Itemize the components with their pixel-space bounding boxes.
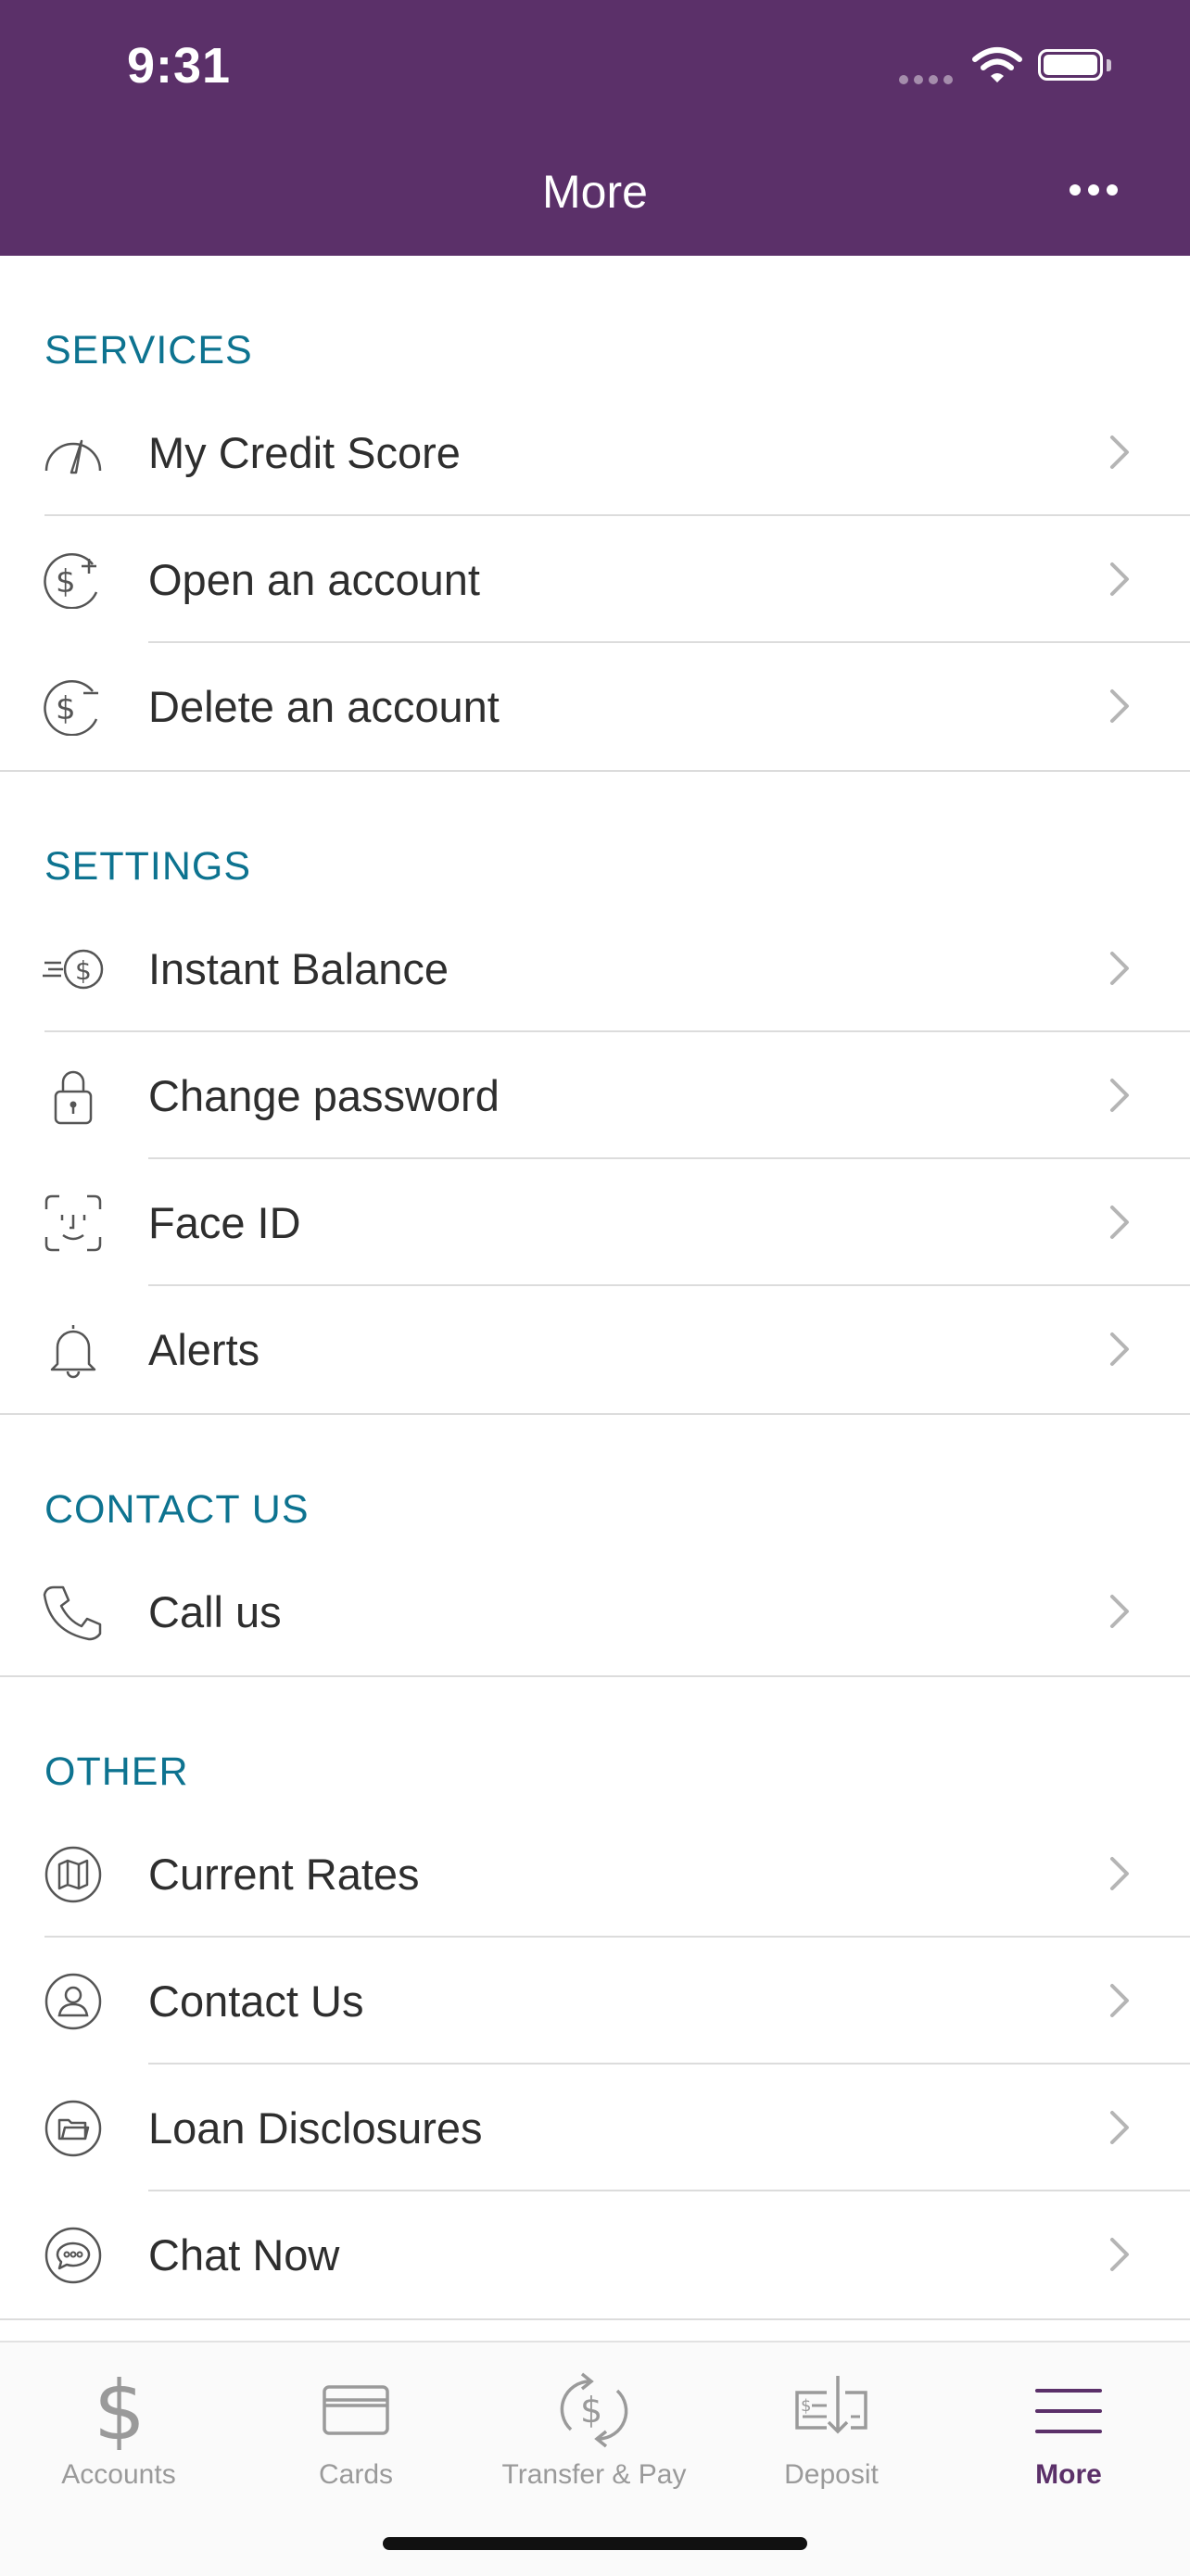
- wifi-icon: [972, 47, 1022, 82]
- face-id-icon: [44, 1194, 102, 1252]
- chevron-right-icon: [1110, 689, 1129, 723]
- menu-icon: [950, 2361, 1187, 2454]
- chevron-right-icon: [1110, 1206, 1129, 1239]
- menu-item-label: Open an account: [148, 555, 480, 604]
- chevron-right-icon: [1110, 1857, 1129, 1890]
- menu-item-label: Face ID: [148, 1198, 301, 1247]
- chevron-right-icon: [1110, 2111, 1129, 2144]
- menu-item-loan-disclosures[interactable]: Loan Disclosures: [0, 2065, 1190, 2191]
- phone-icon: [43, 1585, 102, 1641]
- tab-cards[interactable]: Cards: [237, 2342, 475, 2528]
- status-time: 9:31: [127, 38, 232, 94]
- menu-item-delete-an-account[interactable]: $ Delete an account: [0, 643, 1190, 770]
- battery-icon: [1038, 49, 1103, 81]
- signal-icon: [899, 72, 958, 89]
- menu-item-open-an-account[interactable]: $ Open an account: [0, 516, 1190, 643]
- chevron-right-icon: [1110, 436, 1129, 469]
- menu-item-label: Change password: [148, 1071, 500, 1120]
- menu-item-chat-now[interactable]: Chat Now: [0, 2191, 1190, 2318]
- chevron-right-icon: [1110, 2238, 1129, 2271]
- transfer-icon: $: [475, 2361, 713, 2454]
- tab-label: Accounts: [61, 2459, 176, 2490]
- svg-text:$: $: [94, 2367, 146, 2450]
- svg-text:$: $: [56, 690, 76, 727]
- chevron-right-icon: [1110, 1332, 1129, 1366]
- chevron-right-icon: [1110, 952, 1129, 985]
- menu-item-face-id[interactable]: Face ID: [0, 1159, 1190, 1286]
- section-title: CONTACT US: [44, 1487, 310, 1532]
- tab-deposit[interactable]: $ Deposit: [713, 2342, 950, 2528]
- chevron-right-icon: [1110, 1079, 1129, 1112]
- battery-tip: [1107, 59, 1111, 71]
- menu-item-contact-us[interactable]: Contact Us: [0, 1938, 1190, 2065]
- menu-item-label: Current Rates: [148, 1850, 420, 1899]
- chevron-right-icon: [1110, 562, 1129, 596]
- menu-item-label: Contact Us: [148, 1976, 364, 2026]
- menu-item-my-credit-score[interactable]: My Credit Score: [0, 389, 1190, 516]
- bell-icon: [50, 1325, 96, 1379]
- more-options-icon[interactable]: [1070, 183, 1125, 200]
- section-title-legal: LEGAL: [44, 2317, 173, 2341]
- menu-list: SERVICES My Credit Score $ Open an accou…: [0, 256, 1190, 2320]
- check-deposit-icon: $: [713, 2361, 950, 2454]
- section-title: SETTINGS: [44, 844, 252, 889]
- section-services: SERVICES My Credit Score $ Open an accou…: [0, 256, 1190, 772]
- dollar-icon: $: [0, 2361, 237, 2458]
- menu-item-change-password[interactable]: Change password: [0, 1032, 1190, 1159]
- person-icon: [44, 1973, 102, 2030]
- header: 9:31 More: [0, 0, 1190, 256]
- lock-icon: [54, 1070, 93, 1125]
- card-icon: [237, 2361, 475, 2454]
- section-contact-us: CONTACT US Call us: [0, 1415, 1190, 1677]
- menu-item-label: Delete an account: [148, 682, 500, 731]
- chat-icon: [44, 2227, 102, 2284]
- section-title: OTHER: [44, 1749, 189, 1794]
- chevron-right-icon: [1110, 1595, 1129, 1628]
- menu-item-label: Call us: [148, 1587, 282, 1636]
- svg-text:$: $: [75, 955, 92, 986]
- page-title: More: [542, 166, 648, 218]
- section-title: SERVICES: [44, 328, 253, 373]
- dollar-plus-icon: $: [44, 553, 98, 609]
- tab-label: More: [1035, 2459, 1102, 2490]
- section-other: OTHER Current Rates Contact Us Loan Disc…: [0, 1677, 1190, 2320]
- menu-item-label: Instant Balance: [148, 944, 449, 993]
- dollar-minus-icon: $: [44, 680, 98, 736]
- menu-item-alerts[interactable]: Alerts: [0, 1286, 1190, 1413]
- menu-item-current-rates[interactable]: Current Rates: [0, 1811, 1190, 1938]
- menu-item-label: My Credit Score: [148, 428, 461, 477]
- tab-accounts[interactable]: $ Accounts: [0, 2342, 237, 2528]
- tab-label: Deposit: [784, 2459, 879, 2490]
- svg-text:$: $: [801, 2396, 811, 2416]
- menu-item-label: Alerts: [148, 1325, 260, 1374]
- folder-icon: [44, 2100, 102, 2157]
- chevron-right-icon: [1110, 1984, 1129, 2017]
- svg-text:$: $: [56, 563, 76, 600]
- home-indicator: [383, 2537, 807, 2550]
- menu-item-label: Chat Now: [148, 2230, 340, 2279]
- tab-transfer-pay[interactable]: $ Transfer & Pay: [475, 2342, 713, 2528]
- menu-item-label: Loan Disclosures: [148, 2103, 483, 2153]
- tab-label: Cards: [318, 2459, 394, 2490]
- menu-item-call-us[interactable]: Call us: [0, 1548, 1190, 1675]
- fast-dollar-icon: $: [43, 949, 104, 990]
- gauge-icon: [44, 439, 102, 474]
- menu-item-instant-balance[interactable]: $ Instant Balance: [0, 905, 1190, 1032]
- section-settings: SETTINGS $ Instant Balance Change passwo…: [0, 772, 1190, 1415]
- map-icon: [44, 1846, 102, 1903]
- svg-text:$: $: [580, 2390, 602, 2431]
- tab-more[interactable]: More: [950, 2342, 1187, 2528]
- tab-label: Transfer & Pay: [501, 2459, 687, 2490]
